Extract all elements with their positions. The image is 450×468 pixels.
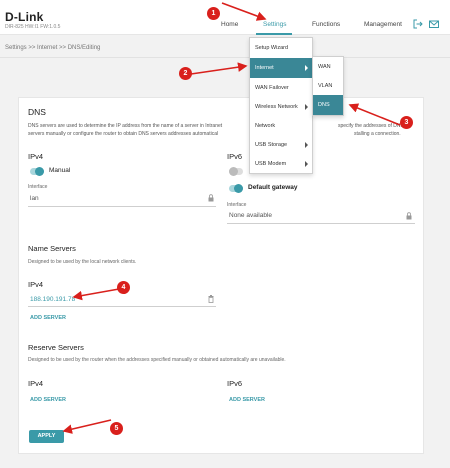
menu-usb-storage[interactable]: USB Storage bbox=[250, 135, 312, 155]
chevron-right-icon bbox=[305, 65, 308, 71]
default-gateway-toggle[interactable] bbox=[229, 184, 243, 193]
settings-menu: Setup Wizard Internet WAN Failover Wirel… bbox=[249, 37, 313, 174]
reserve-ipv4-label: IPv4 bbox=[28, 379, 44, 388]
mail-icon[interactable] bbox=[429, 19, 439, 29]
reserve-servers-description: Designed to be used by the router when t… bbox=[28, 357, 286, 363]
ipv4-interface-underline bbox=[28, 206, 216, 207]
menu-wireless-network-label: Wireless Network bbox=[255, 104, 298, 110]
manual-toggle-label: Manual bbox=[49, 167, 71, 174]
submenu-wan[interactable]: WAN bbox=[313, 57, 343, 77]
dns-title: DNS bbox=[28, 107, 46, 117]
nav-functions[interactable]: Functions bbox=[312, 21, 340, 28]
menu-usb-modem-label: USB Modem bbox=[255, 161, 287, 167]
arrow-2 bbox=[190, 62, 248, 75]
dns-description-2: servers manually or configure the router… bbox=[28, 131, 219, 137]
ipv6-manual-toggle[interactable] bbox=[229, 167, 243, 176]
nav-active-indicator bbox=[256, 33, 292, 35]
breadcrumb-divider bbox=[0, 57, 450, 58]
dlink-logo: D-Link bbox=[5, 10, 44, 24]
name-server-ipv4-input[interactable]: 188.190.191.78 bbox=[30, 296, 75, 303]
menu-wan-failover[interactable]: WAN Failover bbox=[250, 78, 312, 98]
annotation-badge-3: 3 bbox=[400, 116, 413, 129]
ipv4-interface-value: lan bbox=[30, 195, 39, 202]
submenu-vlan[interactable]: VLAN bbox=[313, 76, 343, 96]
nav-home[interactable]: Home bbox=[221, 21, 238, 28]
manual-toggle[interactable] bbox=[30, 167, 44, 176]
ipv6-interface-underline bbox=[227, 223, 415, 224]
menu-network-label: Network bbox=[255, 123, 276, 129]
ipv4-interface-label: Interface bbox=[28, 184, 48, 190]
dns-description-1b: specify the addresses of DNS bbox=[338, 123, 404, 129]
top-header: D-Link DIR-825 HW:I1 FW:1.0.5 Home Setti… bbox=[0, 0, 450, 35]
menu-internet-label: Internet bbox=[255, 65, 274, 71]
add-name-server-button[interactable]: ADD SERVER bbox=[30, 315, 66, 321]
name-server-underline bbox=[28, 306, 216, 307]
dns-settings-card: DNS DNS servers are used to determine th… bbox=[18, 97, 424, 454]
internet-submenu: WAN VLAN DNS bbox=[312, 56, 344, 116]
trash-icon[interactable] bbox=[208, 295, 214, 303]
name-servers-ipv4-label: IPv4 bbox=[28, 280, 44, 289]
menu-wireless-network[interactable]: Wireless Network bbox=[250, 97, 312, 117]
logout-icon[interactable] bbox=[413, 19, 423, 29]
menu-network[interactable]: Network bbox=[250, 116, 312, 136]
name-servers-title: Name Servers bbox=[28, 244, 76, 253]
ipv6-interface-value: None available bbox=[229, 212, 273, 219]
nav-settings[interactable]: Settings bbox=[263, 21, 287, 28]
submenu-dns[interactable]: DNS bbox=[313, 95, 343, 115]
add-reserve-ipv6-button[interactable]: ADD SERVER bbox=[229, 397, 265, 403]
menu-setup-wizard[interactable]: Setup Wizard bbox=[250, 38, 312, 58]
chevron-right-icon bbox=[305, 104, 308, 110]
dns-ipv4-label: IPv4 bbox=[28, 152, 44, 161]
menu-usb-storage-label: USB Storage bbox=[255, 142, 288, 148]
menu-internet[interactable]: Internet bbox=[250, 58, 312, 78]
device-model: DIR-825 HW:I1 FW:1.0.5 bbox=[5, 24, 61, 30]
name-servers-description: Designed to be used by the local network… bbox=[28, 259, 137, 265]
apply-button[interactable]: APPLY bbox=[29, 430, 64, 443]
menu-setup-wizard-label: Setup Wizard bbox=[255, 45, 289, 51]
annotation-badge-5: 5 bbox=[110, 422, 123, 435]
lock-icon bbox=[208, 194, 214, 202]
lock-icon bbox=[406, 212, 412, 220]
menu-wan-failover-label: WAN Failover bbox=[255, 85, 289, 91]
menu-usb-modem[interactable]: USB Modem bbox=[250, 154, 312, 174]
dns-ipv6-label: IPv6 bbox=[227, 152, 243, 161]
default-gateway-label: Default gateway bbox=[248, 184, 298, 191]
annotation-badge-2: 2 bbox=[179, 67, 192, 80]
reserve-ipv6-label: IPv6 bbox=[227, 379, 243, 388]
submenu-dns-label: DNS bbox=[318, 102, 330, 108]
chevron-right-icon bbox=[305, 161, 308, 167]
chevron-right-icon bbox=[305, 142, 308, 148]
add-reserve-ipv4-button[interactable]: ADD SERVER bbox=[30, 397, 66, 403]
annotation-badge-1: 1 bbox=[207, 7, 220, 20]
breadcrumb: Settings >> Internet >> DNS/Editing bbox=[5, 45, 101, 51]
annotation-badge-4: 4 bbox=[117, 281, 130, 294]
ipv6-interface-label: Interface bbox=[227, 202, 247, 208]
submenu-vlan-label: VLAN bbox=[318, 83, 333, 89]
reserve-servers-title: Reserve Servers bbox=[28, 343, 84, 352]
dns-description-2b: stalling a connection. bbox=[354, 131, 401, 137]
nav-management[interactable]: Management bbox=[364, 21, 402, 28]
submenu-wan-label: WAN bbox=[318, 64, 331, 70]
